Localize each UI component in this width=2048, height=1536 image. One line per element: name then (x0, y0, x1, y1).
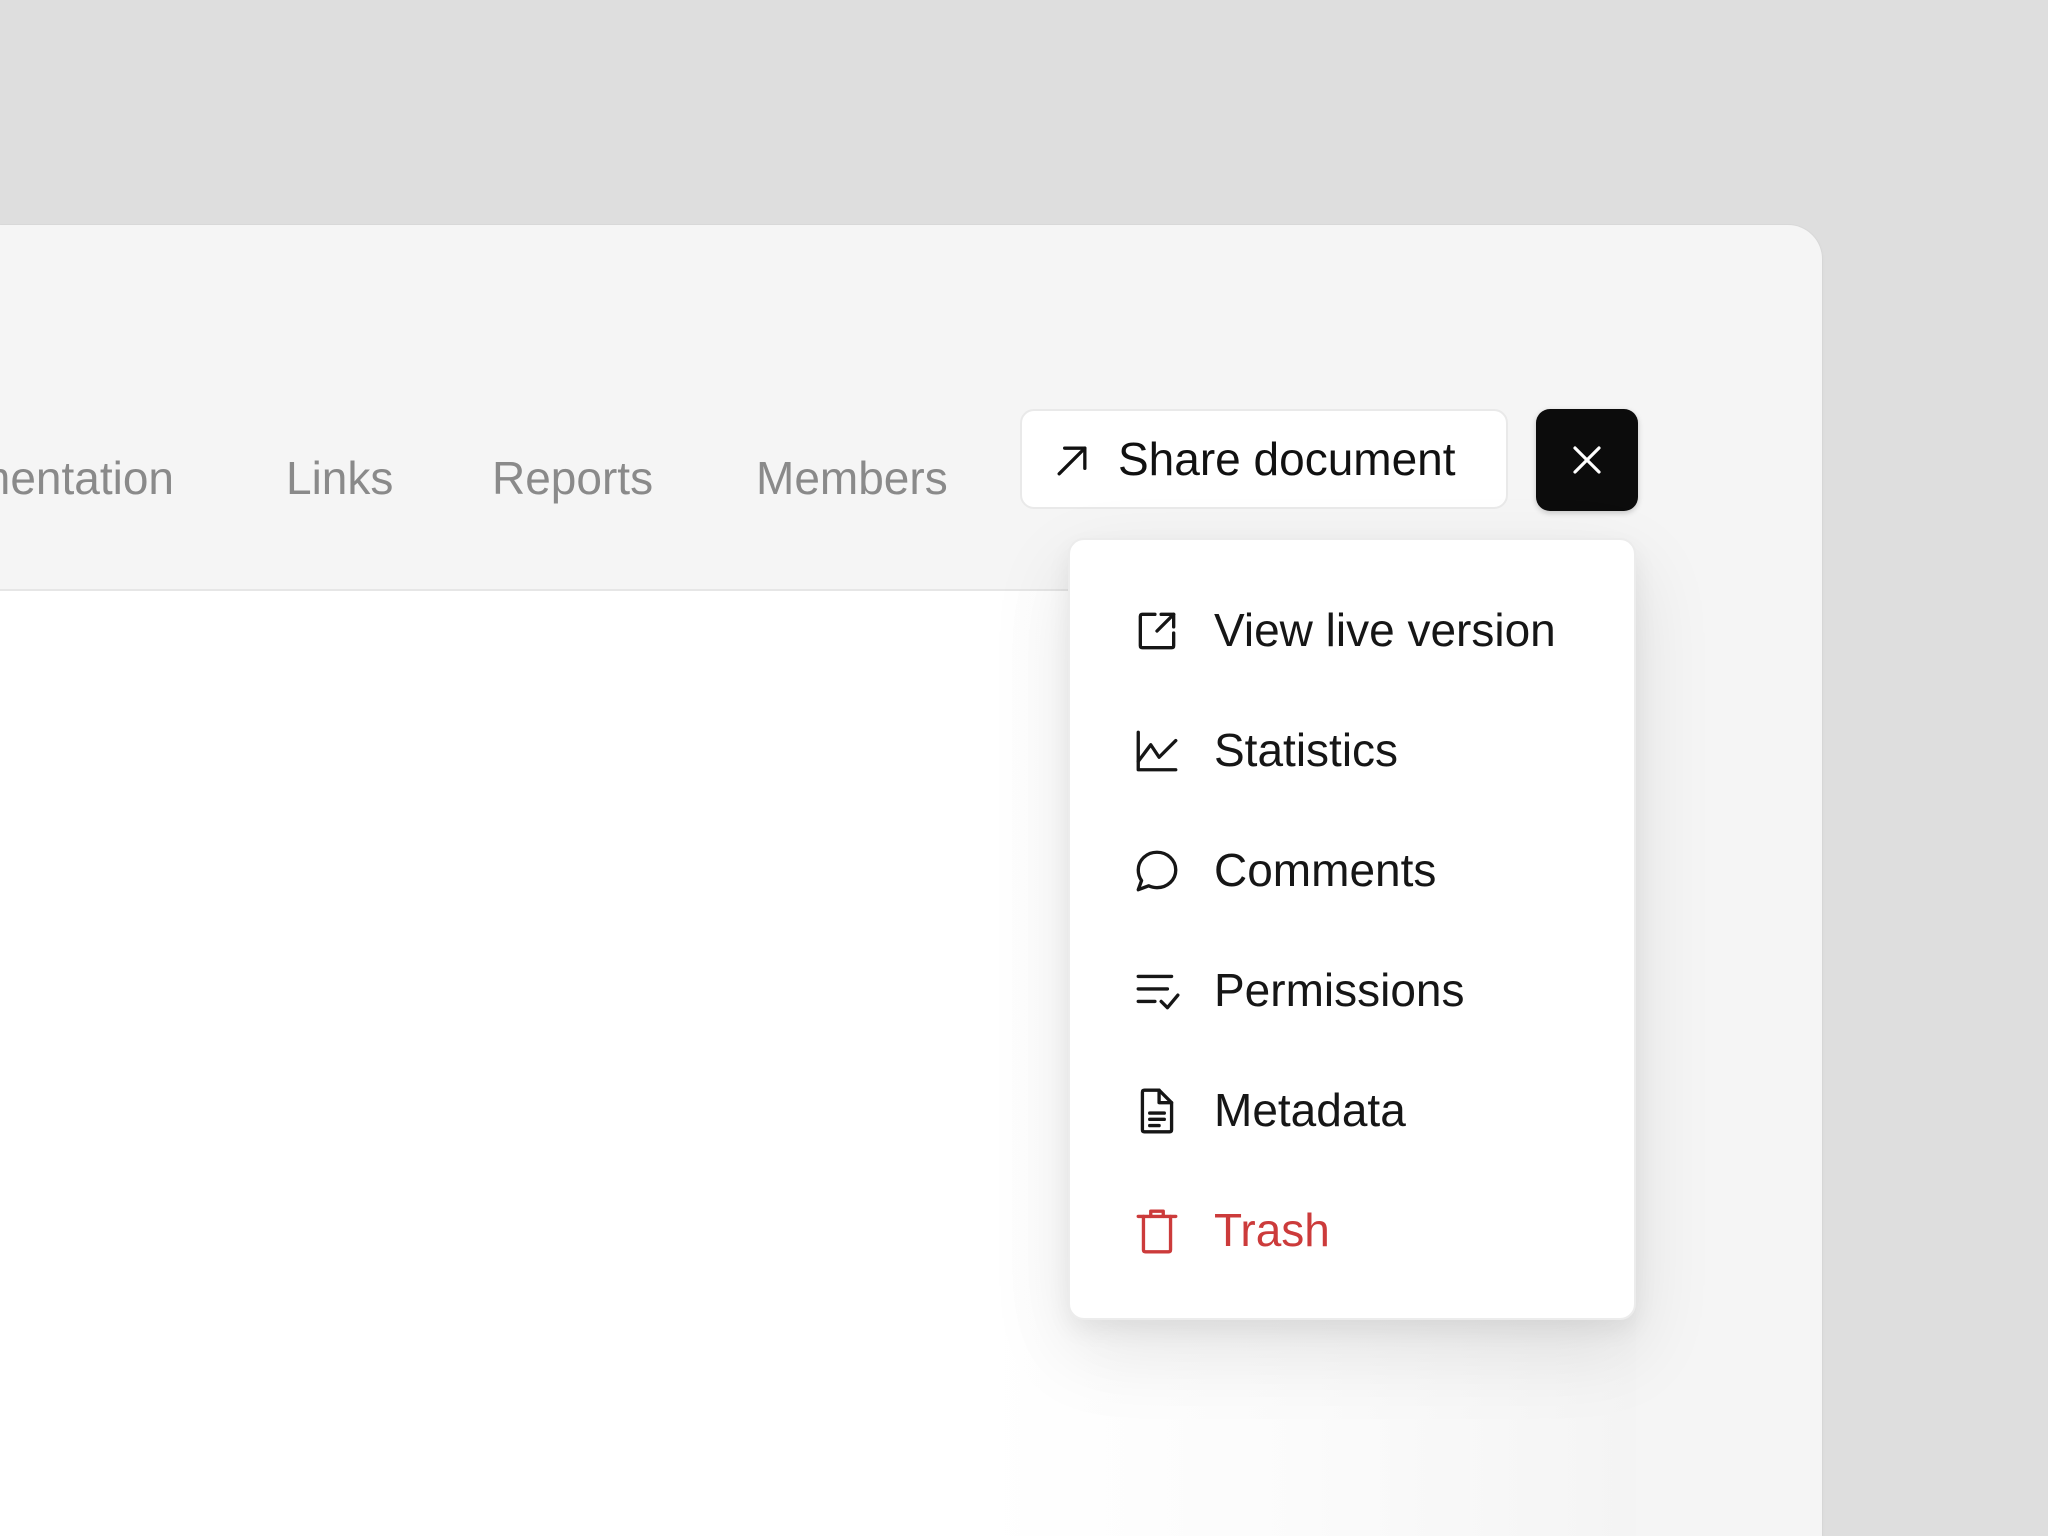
list-check-icon (1136, 974, 1180, 1010)
tab-documentation[interactable]: mentation (0, 433, 174, 523)
tab-label: Links (286, 452, 394, 504)
line-chart-icon (1136, 730, 1178, 772)
tab-reports[interactable]: Reports (492, 433, 653, 523)
speech-bubble-icon (1136, 850, 1178, 892)
menu-item-metadata[interactable]: Metadata (1070, 1060, 1634, 1160)
tab-links[interactable]: Links (286, 433, 393, 523)
arrow-up-right-icon (1057, 446, 1087, 476)
close-icon (1573, 446, 1601, 474)
menu-item-statistics[interactable]: Statistics (1070, 700, 1634, 800)
menu-item-label: Statistics (1214, 724, 1399, 776)
trash-icon (1136, 1209, 1178, 1254)
menu-item-label: Permissions (1214, 964, 1465, 1016)
document-icon (1140, 1088, 1174, 1134)
menu-item-trash[interactable]: Trash (1070, 1180, 1634, 1280)
menu-item-permissions[interactable]: Permissions (1070, 940, 1634, 1040)
menu-item-label: View live version (1214, 604, 1556, 656)
menu-item-view-live-version[interactable]: View live version (1070, 580, 1634, 680)
document-actions-menu: View live version Statistics Comments Pe… (1068, 538, 1636, 1320)
tab-label: mentation (0, 452, 175, 504)
menu-item-label: Metadata (1214, 1084, 1406, 1136)
menu-item-label: Comments (1214, 844, 1437, 896)
tab-members[interactable]: Members (756, 433, 948, 523)
share-document-button[interactable]: Share document (1020, 409, 1508, 509)
share-document-label: Share document (1118, 433, 1456, 485)
close-menu-button[interactable] (1536, 409, 1638, 511)
external-link-icon (1138, 612, 1176, 650)
menu-item-label: Trash (1214, 1204, 1330, 1256)
menu-item-comments[interactable]: Comments (1070, 820, 1634, 920)
tab-label: Members (756, 452, 948, 504)
tab-label: Reports (492, 452, 654, 504)
